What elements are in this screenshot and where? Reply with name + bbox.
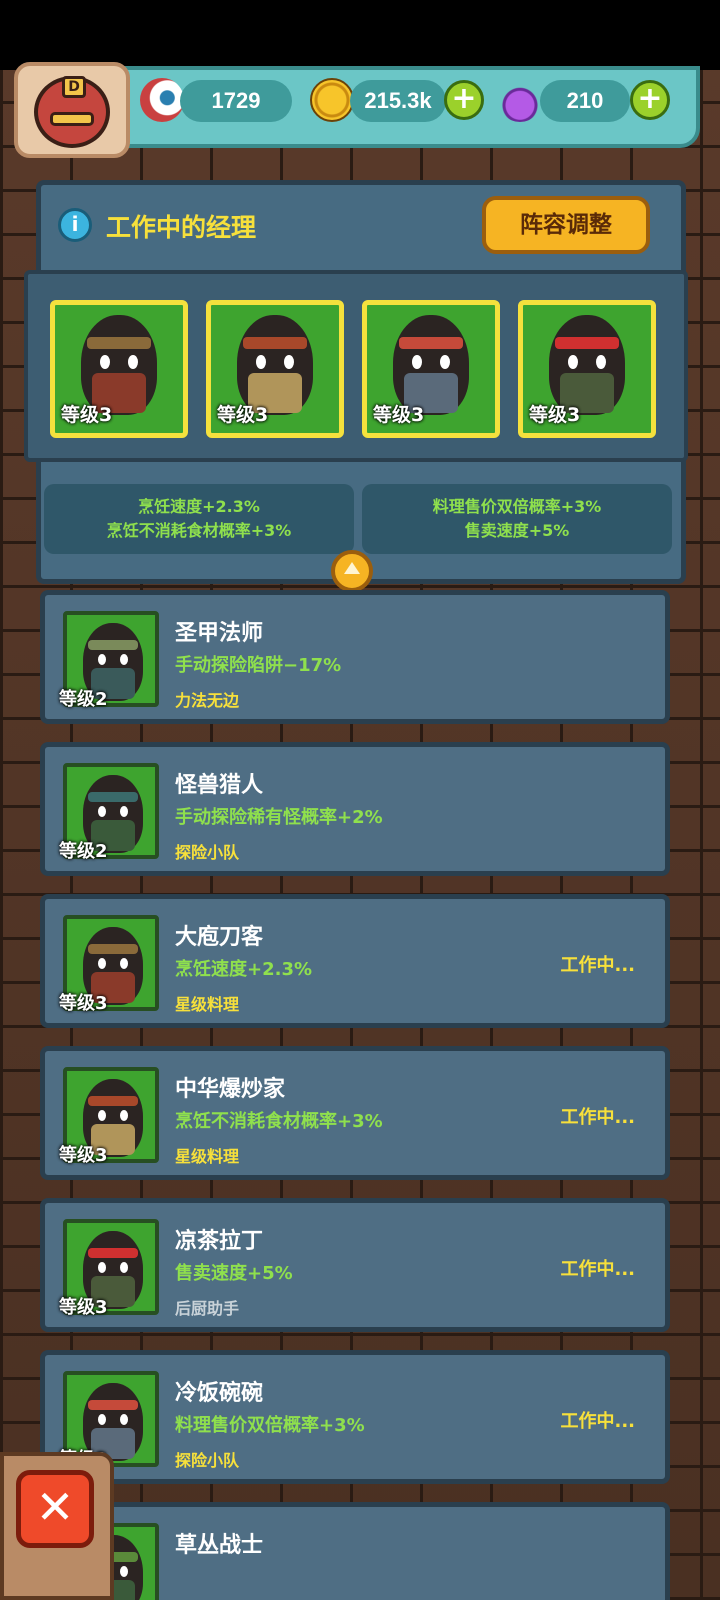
add-coins-button[interactable]: + — [444, 80, 484, 120]
manager-effect: 烹饪速度+2.3% — [175, 959, 313, 980]
manager-effect: 售卖速度+5% — [175, 1263, 293, 1284]
manager-tag: 星级料理 — [175, 1147, 240, 1166]
manager-tag: 探险小队 — [175, 1451, 240, 1470]
bonus-line: 烹饪速度+2.3% — [138, 497, 260, 516]
manager-level: 等级2 — [59, 689, 108, 710]
manager-name: 草丛战士 — [175, 1533, 264, 1558]
manager-tag: 探险小队 — [175, 843, 240, 862]
working-status: 工作中... — [560, 1411, 635, 1432]
slot-level-label: 等级3 — [529, 404, 581, 426]
manager-level: 等级3 — [59, 993, 108, 1014]
coin-count: 215.3k — [350, 80, 446, 122]
manager-name: 中华爆炒家 — [175, 1077, 286, 1102]
close-button[interactable]: ✕ — [16, 1470, 94, 1548]
slot-level-label: 等级3 — [217, 404, 269, 426]
manager-effect: 料理售价双倍概率+3% — [175, 1415, 365, 1436]
manager-card[interactable]: 等级3 大庖刀客烹饪速度+2.3% 星级料理 工作中... — [40, 894, 670, 1028]
bonus-line: 烹饪不消耗食材概率+3% — [106, 521, 292, 540]
add-potions-button[interactable]: + — [630, 80, 670, 120]
manager-card[interactable]: 等级3冷饭碗碗料理售价双倍概率+3%探险小队工作中... — [40, 1350, 670, 1484]
manager-effect: 烹饪不消耗食材概率+3% — [175, 1111, 383, 1132]
active-manager-slot[interactable]: 等级3 — [50, 300, 188, 438]
active-manager-slot[interactable]: 等级3 — [362, 300, 500, 438]
manager-effect: 手动探险陷阱−17% — [175, 655, 342, 676]
status-bar — [0, 0, 720, 70]
manager-name: 凉茶拉丁 — [175, 1229, 264, 1254]
active-manager-slot[interactable]: 等级3 — [518, 300, 656, 438]
bonus-line: 料理售价双倍概率+3% — [432, 497, 602, 516]
manager-name: 怪兽猎人 — [175, 773, 264, 798]
manager-effect: 手动探险稀有怪概率+2% — [175, 807, 383, 828]
manager-tag: 力法无边 — [175, 691, 240, 710]
working-status: 工作中... — [560, 1259, 635, 1280]
coin-icon — [310, 78, 354, 122]
bonus-line: 售卖速度+5% — [464, 521, 570, 540]
working-status: 工作中... — [560, 955, 635, 976]
info-icon[interactable]: i — [58, 208, 92, 242]
bonus-summary-right: 料理售价双倍概率+3% 售卖速度+5% — [362, 484, 672, 554]
slot-level-label: 等级3 — [373, 404, 425, 426]
manager-level: 等级2 — [59, 841, 108, 862]
collapse-panel-button[interactable] — [331, 550, 373, 592]
manager-tag: 后厨助手 — [175, 1299, 240, 1318]
manager-name: 圣甲法师 — [175, 621, 264, 646]
bonus-summary-left: 烹饪速度+2.3% 烹饪不消耗食材概率+3% — [44, 484, 354, 554]
slot-level-label: 等级3 — [61, 404, 113, 426]
manager-name: 冷饭碗碗 — [175, 1381, 264, 1406]
manager-name: 大庖刀客 — [175, 925, 264, 950]
manager-card[interactable]: 等级3 中华爆炒家烹饪不消耗食材概率+3% 星级料理 工作中... — [40, 1046, 670, 1180]
active-manager-slot[interactable]: 等级3 — [206, 300, 344, 438]
manager-level: 等级3 — [59, 1145, 108, 1166]
eyeball-count: 1729 — [180, 80, 292, 122]
manager-card[interactable]: 等级2 圣甲法师手动探险陷阱−17% 力法无边 — [40, 590, 670, 724]
manager-card[interactable]: 草丛战士 — [40, 1502, 670, 1600]
manager-card[interactable]: 等级3 凉茶拉丁售卖速度+5% 后厨助手 工作中... — [40, 1198, 670, 1332]
potion-count: 210 — [540, 80, 630, 122]
monster-face-icon: D — [34, 76, 110, 148]
manager-card[interactable]: 等级2 怪兽猎人手动探险稀有怪概率+2% 探险小队 — [40, 742, 670, 876]
manager-level: 等级3 — [59, 1297, 108, 1318]
player-avatar[interactable]: D — [14, 62, 130, 158]
panel-title: 工作中的经理 — [106, 213, 257, 242]
adjust-lineup-button[interactable]: 阵容调整 — [482, 196, 650, 254]
rank-badge: D — [62, 76, 86, 98]
potion-icon — [498, 78, 542, 122]
eyeball-icon — [140, 78, 184, 122]
manager-tag: 星级料理 — [175, 995, 240, 1014]
working-status: 工作中... — [560, 1107, 635, 1128]
